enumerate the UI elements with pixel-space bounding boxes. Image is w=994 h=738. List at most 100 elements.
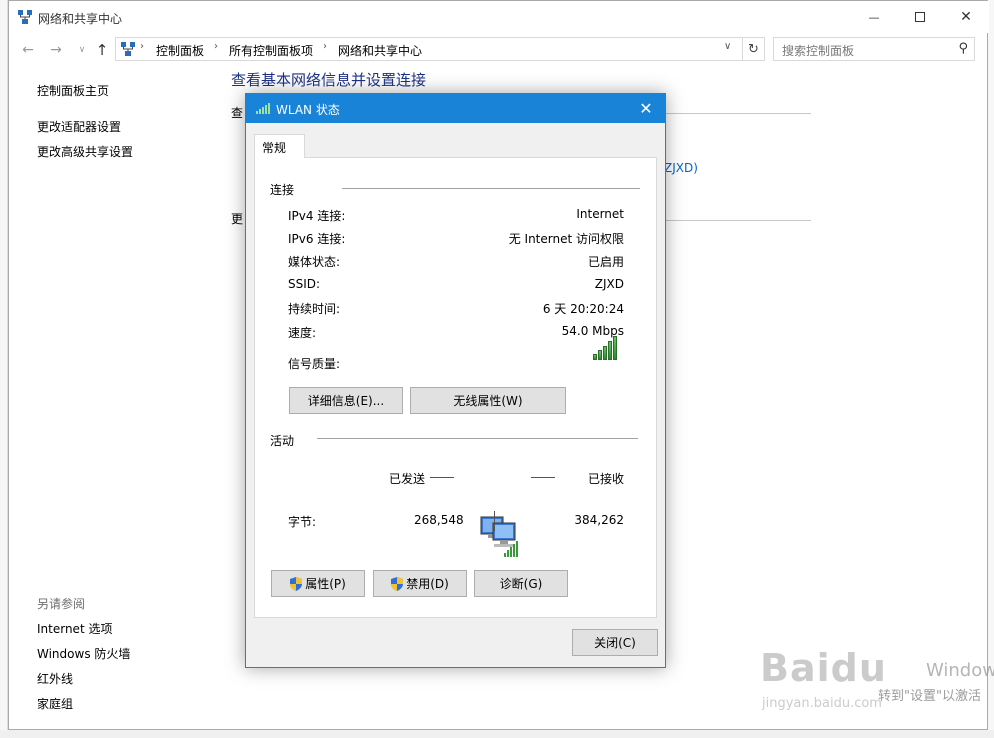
connection-group-line — [342, 188, 640, 189]
ipv4-value: Internet — [576, 207, 624, 221]
ipv6-label: IPv6 连接: — [288, 232, 346, 246]
media-state-label: 媒体状态: — [288, 255, 341, 269]
signal-bar — [598, 350, 602, 360]
bytes-label: 字节: — [288, 515, 317, 529]
page-title: 查看基本网络信息并设置连接 — [231, 71, 427, 89]
activate-windows-title: Windows — [926, 660, 994, 681]
media-state-value: 已启用 — [587, 255, 624, 269]
general-tab-panel: 连接 IPv4 连接: Internet IPv6 连接: 无 Internet… — [254, 157, 657, 618]
dialog-close-button[interactable]: ✕ — [634, 97, 658, 119]
navigation-bar: ← → ∨ ↑ › 控制面板 › 所有控制面板项 › 网络和共享中心 ∨ ↻ 搜… — [9, 35, 989, 63]
maximize-icon — [915, 12, 925, 22]
bytes-sent-value: 268,548 — [414, 513, 464, 527]
signal-bar — [593, 354, 597, 360]
signal-bar — [613, 336, 617, 360]
dialog-title: WLAN 状态 — [276, 103, 340, 117]
baidu-watermark-url: jingyan.baidu.com — [762, 696, 882, 711]
address-dropdown-icon[interactable]: ∨ — [724, 41, 731, 52]
minimize-icon: — — [868, 10, 880, 24]
signal-quality-bars — [593, 336, 617, 360]
close-dialog-button[interactable]: 关闭(C) — [572, 629, 658, 656]
link-infrared[interactable]: 红外线 — [37, 670, 73, 687]
forward-button[interactable]: → — [45, 39, 67, 61]
chevron-down-icon: ∨ — [78, 45, 86, 55]
breadcrumb-separator-icon: › — [214, 41, 218, 52]
ipv4-label: IPv4 连接: — [288, 209, 346, 223]
minimize-button[interactable]: — — [851, 1, 897, 33]
title-bar[interactable]: 网络和共享中心 — ✕ — [9, 1, 989, 33]
arrow-left-icon: ← — [22, 42, 34, 58]
link-change-advanced-sharing[interactable]: 更改高级共享设置 — [37, 143, 133, 160]
search-placeholder: 搜索控制面板 — [782, 44, 855, 58]
link-change-adapter-settings[interactable]: 更改适配器设置 — [37, 118, 121, 135]
network-computers-icon — [480, 516, 518, 557]
recent-locations-button[interactable]: ∨ — [71, 39, 93, 61]
section-heading-fragment: 查 — [231, 106, 244, 120]
background-window-edge — [0, 0, 8, 738]
bytes-received-value: 384,262 — [574, 513, 624, 527]
network-icon — [18, 10, 32, 24]
section-divider-2 — [659, 220, 811, 221]
diagnose-button[interactable]: 诊断(G) — [474, 570, 568, 597]
window-title: 网络和共享中心 — [38, 12, 123, 26]
breadcrumb-separator-icon: › — [323, 41, 327, 52]
wireless-properties-button[interactable]: 无线属性(W) — [410, 387, 566, 414]
network-name-link[interactable]: ZJXD) — [664, 161, 698, 175]
speed-label: 速度: — [288, 326, 317, 340]
link-internet-options[interactable]: Internet 选项 — [37, 620, 112, 637]
properties-label: 属性(P) — [305, 577, 346, 591]
breadcrumb-network-center[interactable]: 网络和共享中心 — [338, 42, 422, 59]
ssid-label: SSID: — [288, 277, 321, 291]
tab-general[interactable]: 常规 — [254, 134, 305, 158]
duration-label: 持续时间: — [288, 302, 341, 316]
dialog-title-bar[interactable]: WLAN 状态 ✕ — [246, 94, 665, 123]
link-control-panel-home[interactable]: 控制面板主页 — [37, 82, 109, 99]
arrow-up-icon: ↑ — [95, 41, 109, 59]
back-button[interactable]: ← — [17, 39, 39, 61]
signal-quality-label: 信号质量: — [288, 357, 341, 371]
ipv6-value: 无 Internet 访问权限 — [508, 232, 624, 246]
see-also-heading: 另请参阅 — [37, 597, 86, 611]
connection-group-label: 连接 — [270, 183, 295, 197]
sent-label: 已发送 — [389, 472, 426, 486]
arrow-right-icon: → — [50, 42, 62, 58]
search-input[interactable]: 搜索控制面板 ⚲ — [773, 37, 975, 61]
activity-group-label: 活动 — [270, 434, 295, 448]
activate-windows-hint: 转到"设置"以激活 — [878, 689, 981, 704]
taskbar-edge — [0, 730, 994, 738]
received-label: 已接收 — [587, 472, 624, 486]
maximize-button[interactable] — [897, 1, 943, 33]
section-divider — [659, 113, 811, 114]
received-line — [531, 477, 555, 478]
breadcrumb-separator-icon: › — [140, 41, 144, 52]
up-button[interactable]: ↑ — [91, 39, 113, 61]
wlan-status-dialog: WLAN 状态 ✕ 常规 连接 IPv4 连接: Internet IPv6 连… — [245, 93, 666, 668]
tab-general-label: 常规 — [262, 141, 287, 155]
refresh-button[interactable]: ↻ — [742, 38, 764, 60]
breadcrumb-all-items[interactable]: 所有控制面板项 — [229, 42, 313, 59]
baidu-watermark: Baidu — [760, 646, 887, 690]
activity-group-line — [317, 438, 638, 439]
uac-shield-icon — [290, 576, 303, 591]
close-button[interactable]: ✕ — [943, 1, 989, 33]
breadcrumb-control-panel[interactable]: 控制面板 — [156, 42, 204, 59]
ssid-value: ZJXD — [594, 277, 624, 291]
address-bar[interactable]: › 控制面板 › 所有控制面板项 › 网络和共享中心 ∨ ↻ — [115, 37, 765, 61]
left-navigation: 控制面板主页 更改适配器设置 更改高级共享设置 另请参阅 Internet 选项… — [9, 63, 229, 731]
properties-button[interactable]: 属性(P) — [271, 570, 365, 597]
close-icon: ✕ — [639, 98, 653, 118]
duration-value: 6 天 20:20:24 — [542, 302, 624, 316]
link-windows-firewall[interactable]: Windows 防火墙 — [37, 645, 130, 662]
close-icon: ✕ — [960, 9, 972, 25]
search-icon: ⚲ — [958, 41, 968, 56]
details-button[interactable]: 详细信息(E)... — [289, 387, 403, 414]
disable-button[interactable]: 禁用(D) — [373, 570, 467, 597]
wifi-signal-icon — [256, 103, 270, 114]
section-heading-fragment-2: 更 — [231, 212, 244, 226]
control-panel-icon — [121, 42, 135, 56]
signal-bar — [603, 346, 607, 360]
uac-shield-icon — [391, 576, 404, 591]
sent-line — [430, 477, 454, 478]
link-homegroup[interactable]: 家庭组 — [37, 695, 73, 712]
signal-bar — [608, 341, 612, 360]
